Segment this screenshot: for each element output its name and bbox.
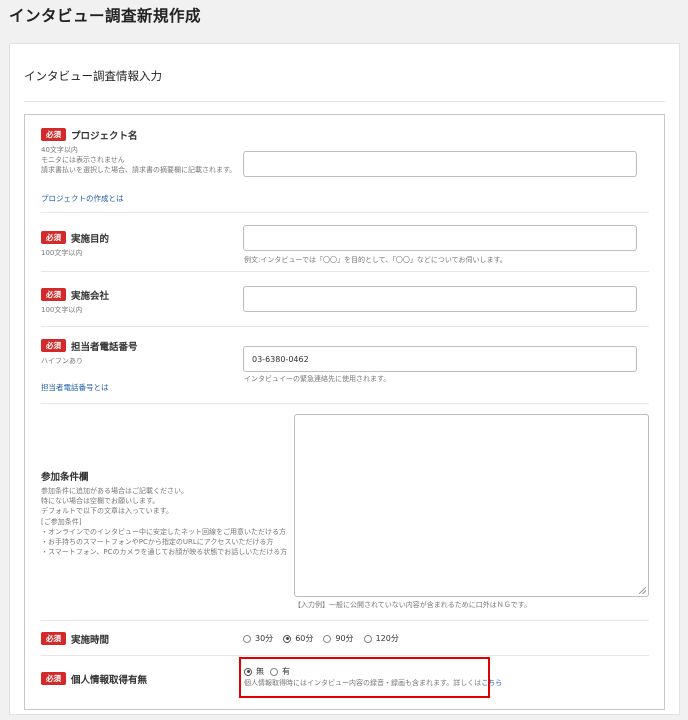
radio-icon[interactable] [323, 634, 332, 643]
page-title: インタビュー調査新規作成 [9, 7, 202, 25]
purpose-input[interactable] [243, 225, 637, 251]
conditions-example-note: 【入力例】一般に公開されていない内容が含まれるために口外はＮＧです。 [294, 601, 532, 609]
conditions-hint: 参加条件に追加がある場合はご記載ください。 特にない場合は空欄でお願いします。 … [41, 487, 288, 557]
purpose-label: 実施目的 [71, 234, 110, 245]
required-badge: 必須 [41, 231, 66, 244]
duration-option-90[interactable]: 90分 [323, 633, 354, 644]
required-badge: 必須 [41, 128, 66, 141]
phone-label: 担当者電話番号 [71, 342, 138, 353]
privacy-option-yes[interactable]: 有 [270, 666, 290, 677]
company-label: 実施会社 [71, 291, 110, 302]
row-divider [41, 212, 649, 213]
company-input[interactable] [243, 286, 637, 312]
duration-label: 実施時間 [71, 635, 110, 646]
required-badge: 必須 [41, 672, 66, 685]
card-title: インタビュー調査情報入力 [24, 69, 162, 83]
project-name-label: プロジェクト名 [71, 131, 138, 142]
purpose-example-note: 例文:インタビューでは「〇〇」を目的として、「〇〇」などについてお伺いします。 [244, 256, 507, 264]
phone-note: インタビュイーの緊急連絡先に使用されます。 [244, 375, 391, 383]
privacy-label: 個人情報取得有無 [71, 675, 148, 686]
phone-hint: ハイフンあり [41, 357, 83, 365]
row-divider [41, 620, 649, 621]
radio-checked-icon[interactable] [244, 667, 252, 676]
phone-input[interactable] [243, 346, 637, 372]
radio-icon[interactable] [363, 634, 372, 643]
required-badge: 必須 [41, 288, 66, 301]
privacy-option-none[interactable]: 無 [244, 666, 264, 677]
company-hint: 100文字以内 [41, 306, 83, 314]
row-divider [41, 271, 649, 272]
duration-option-60[interactable]: 60分 [283, 633, 313, 644]
privacy-radio-group: 無 有 [244, 666, 300, 677]
project-name-help-link[interactable]: プロジェクトの作成とは [41, 193, 124, 204]
radio-icon[interactable] [243, 634, 251, 643]
row-divider [41, 655, 649, 656]
duration-radio-group: 30分 60分 90分 120分 [243, 633, 409, 644]
required-badge: 必須 [41, 339, 66, 352]
project-name-hint: 40文字以内 モニタには表示されません 請求書払いを選択した場合、請求書の摘要欄… [41, 146, 237, 175]
row-divider [41, 326, 649, 327]
purpose-hint: 100文字以内 [41, 249, 83, 257]
row-divider [41, 403, 649, 404]
radio-checked-icon[interactable] [283, 634, 292, 643]
required-badge: 必須 [41, 632, 66, 645]
privacy-details-link[interactable]: こちら [481, 679, 502, 687]
resize-handle-icon[interactable] [639, 587, 646, 594]
privacy-note: 個人情報取得時にはインタビュー内容の録音・録画も含まれます。詳しくはこちら [244, 679, 503, 687]
radio-icon[interactable] [270, 667, 278, 676]
duration-option-120[interactable]: 120分 [363, 633, 399, 644]
project-name-input[interactable] [243, 151, 637, 177]
duration-option-30[interactable]: 30分 [243, 633, 273, 644]
phone-help-link[interactable]: 担当者電話番号とは [41, 382, 109, 393]
conditions-label: 参加条件欄 [41, 472, 89, 483]
conditions-textarea[interactable] [294, 414, 649, 597]
card-title-divider [24, 101, 665, 102]
